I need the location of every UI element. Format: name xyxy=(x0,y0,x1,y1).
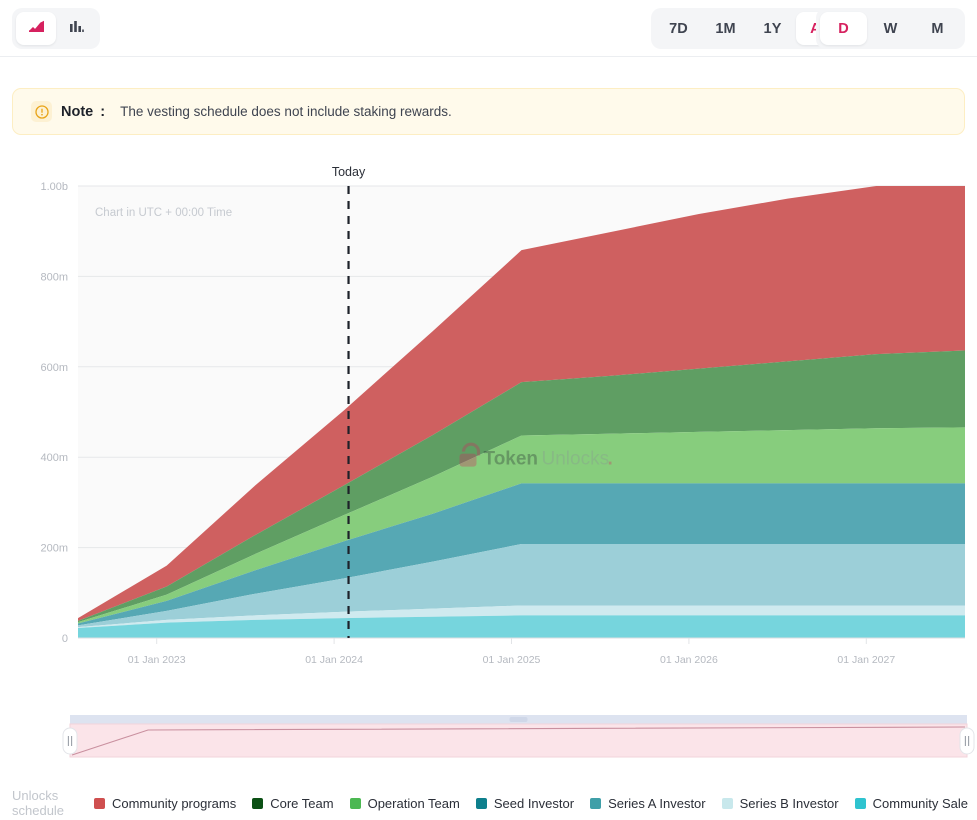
unlocks-area-chart[interactable]: 0 200m 400m 600m 800m 1.00b 01 Jan 2023 01 Jan … xyxy=(0,150,977,710)
x-axis-tick-label: 01 Jan 2023 xyxy=(128,654,186,666)
x-axis-tick-label: 01 Jan 2025 xyxy=(483,654,541,666)
legend-label-community-programs: Community programs xyxy=(112,796,236,811)
watermark-unlocks: Unlocks xyxy=(542,449,610,470)
range-brush[interactable] xyxy=(0,712,977,768)
note-colon: : xyxy=(100,104,105,120)
legend-swatch-seed-investor xyxy=(476,798,487,809)
x-axis-tick-label: 01 Jan 2026 xyxy=(660,654,718,666)
legend-swatch-series-b-investor xyxy=(722,798,733,809)
y-axis-tick-label: 200m xyxy=(40,543,68,555)
legend-label-series-b-investor: Series B Investor xyxy=(740,796,839,811)
top-toolbar: 7D 1M 1Y All D W M xyxy=(0,0,977,57)
unlock-body xyxy=(460,454,477,467)
range-button-1m[interactable]: 1M xyxy=(702,12,749,45)
legend-label-core-team: Core Team xyxy=(270,796,333,811)
range-button-7d[interactable]: 7D xyxy=(655,12,702,45)
brush-canvas[interactable] xyxy=(0,712,977,768)
note-label: Note xyxy=(61,104,93,120)
x-axis-tick-label: 01 Jan 2027 xyxy=(837,654,895,666)
legend-item-community-programs[interactable]: Community programs xyxy=(94,796,236,811)
legend-item-seed-investor[interactable]: Seed Investor xyxy=(476,796,574,811)
y-axis-tick-label: 0 xyxy=(62,633,68,645)
y-axis-tick-label: 1.00b xyxy=(40,181,68,193)
legend-swatch-community-sale xyxy=(855,798,866,809)
legend-label-operation-team: Operation Team xyxy=(368,796,460,811)
brush-handle-right xyxy=(960,728,974,754)
y-axis-tick-label: 800m xyxy=(40,271,68,283)
bar-chart-type-button[interactable] xyxy=(56,12,96,45)
brush-handle-left xyxy=(63,728,77,754)
legend-title: Unlocks schedule xyxy=(12,788,81,818)
range-button-1y[interactable]: 1Y xyxy=(749,12,796,45)
y-axis-tick-label: 400m xyxy=(40,452,68,464)
legend-label-seed-investor: Seed Investor xyxy=(494,796,574,811)
period-button-d[interactable]: D xyxy=(820,12,867,45)
brush-track-grip xyxy=(510,717,528,722)
today-marker-label: Today xyxy=(332,165,366,179)
utc-time-note: Chart in UTC + 00:00 Time xyxy=(95,207,232,219)
chart-legend: Unlocks schedule Community programs Core… xyxy=(0,790,977,816)
legend-item-core-team[interactable]: Core Team xyxy=(252,796,333,811)
legend-label-series-a-investor: Series A Investor xyxy=(608,796,706,811)
watermark-token: Token xyxy=(484,449,539,470)
chart-canvas[interactable]: 0 200m 400m 600m 800m 1.00b 01 Jan 2023 01 Jan … xyxy=(0,150,977,710)
note-banner: Note : The vesting schedule does not inc… xyxy=(12,88,965,135)
alert-circle-icon xyxy=(31,101,52,122)
legend-item-series-a-investor[interactable]: Series A Investor xyxy=(590,796,706,811)
legend-swatch-series-a-investor xyxy=(590,798,601,809)
legend-item-series-b-investor[interactable]: Series B Investor xyxy=(722,796,839,811)
legend-swatch-core-team xyxy=(252,798,263,809)
watermark-dot: . xyxy=(608,449,613,470)
legend-label-community-sale: Community Sale xyxy=(873,796,968,811)
note-text: The vesting schedule does not include st… xyxy=(120,104,452,119)
area-chart-type-button[interactable] xyxy=(16,12,56,45)
area-chart-icon xyxy=(28,19,45,39)
x-axis-tick-label: 01 Jan 2024 xyxy=(305,654,363,666)
y-axis-tick-label: 600m xyxy=(40,362,68,374)
legend-item-community-sale[interactable]: Community Sale xyxy=(855,796,968,811)
chart-type-switcher xyxy=(12,8,100,49)
legend-item-operation-team[interactable]: Operation Team xyxy=(350,796,460,811)
period-button-w[interactable]: W xyxy=(867,12,914,45)
period-switcher: D W M xyxy=(816,8,965,49)
period-button-m[interactable]: M xyxy=(914,12,961,45)
legend-swatch-operation-team xyxy=(350,798,361,809)
bar-chart-icon xyxy=(68,19,85,39)
legend-swatch-community-programs xyxy=(94,798,105,809)
